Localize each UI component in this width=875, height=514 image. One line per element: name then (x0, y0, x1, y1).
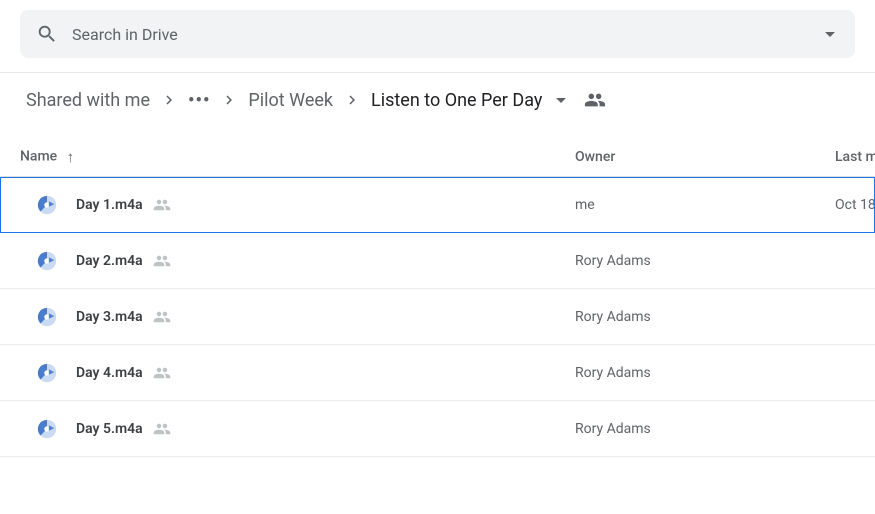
shared-icon (153, 252, 171, 270)
shared-icon (153, 308, 171, 326)
breadcrumb: Shared with me ••• Pilot Week Listen to … (0, 73, 875, 127)
table-row[interactable]: Day 5.m4a Rory Adams (0, 401, 875, 457)
audio-file-icon (36, 194, 58, 216)
search-icon (36, 23, 58, 45)
col-header-name[interactable]: Name ↑ (20, 148, 575, 166)
file-name: Day 1.m4a (76, 197, 143, 213)
people-icon (584, 89, 606, 111)
file-name: Day 5.m4a (76, 421, 143, 437)
table-row[interactable]: Day 2.m4a Rory Adams (0, 233, 875, 289)
crumb-mid[interactable]: Pilot Week (248, 90, 333, 111)
table-row[interactable]: Day 3.m4a Rory Adams (0, 289, 875, 345)
search-bar[interactable]: Search in Drive (20, 10, 855, 58)
shared-icon (153, 196, 171, 214)
chevron-right-icon (220, 91, 238, 109)
table-row[interactable]: Day 1.m4a meOct 18, 2 (0, 177, 875, 233)
file-owner: Rory Adams (575, 365, 835, 381)
dropdown-caret-icon[interactable] (825, 32, 835, 37)
table-header: Name ↑ Owner Last mod (0, 137, 875, 177)
file-owner: Rory Adams (575, 253, 835, 269)
file-name: Day 4.m4a (76, 365, 143, 381)
audio-file-icon (36, 418, 58, 440)
file-owner: Rory Adams (575, 309, 835, 325)
folder-dropdown-icon[interactable] (556, 98, 566, 103)
col-label-last: Last mod (835, 149, 875, 165)
crumb-overflow[interactable]: ••• (188, 90, 210, 111)
col-label-owner: Owner (575, 149, 615, 165)
file-table: Name ↑ Owner Last mod Day 1.m4a meOct 18,… (0, 137, 875, 457)
file-owner: me (575, 197, 835, 213)
file-name: Day 3.m4a (76, 309, 143, 325)
file-name: Day 2.m4a (76, 253, 143, 269)
audio-file-icon (36, 306, 58, 328)
search-placeholder: Search in Drive (72, 25, 825, 44)
spacer (0, 127, 875, 137)
crumb-root[interactable]: Shared with me (26, 90, 150, 111)
shared-icon (153, 364, 171, 382)
chevron-right-icon (160, 91, 178, 109)
chevron-right-icon (343, 91, 361, 109)
crumb-current[interactable]: Listen to One Per Day (371, 90, 542, 111)
shared-icon (153, 420, 171, 438)
col-header-last-modified[interactable]: Last mod (835, 149, 875, 165)
col-header-owner[interactable]: Owner (575, 149, 835, 165)
table-row[interactable]: Day 4.m4a Rory Adams (0, 345, 875, 401)
col-label-name: Name (20, 148, 57, 164)
audio-file-icon (36, 362, 58, 384)
file-modified: Oct 18, 2 (835, 197, 875, 213)
sort-arrow-up-icon: ↑ (67, 148, 75, 166)
audio-file-icon (36, 250, 58, 272)
file-owner: Rory Adams (575, 421, 835, 437)
